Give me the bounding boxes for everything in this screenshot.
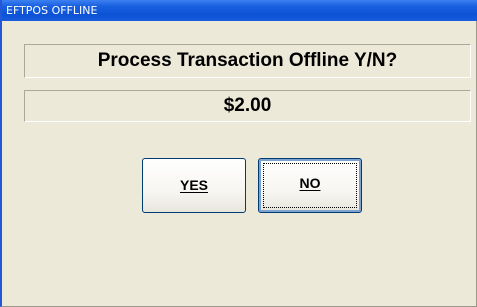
yes-button-label: YES [179,177,208,193]
focus-rectangle [263,163,357,208]
window-title: EFTPOS OFFLINE [6,4,98,17]
yes-button[interactable]: YES [142,158,246,213]
amount-panel: $2.00 [24,90,471,122]
no-button[interactable]: NO [258,158,362,213]
prompt-panel: Process Transaction Offline Y/N? [24,44,471,78]
eftpos-offline-dialog: EFTPOS OFFLINE Process Transaction Offli… [0,0,477,307]
amount-text: $2.00 [223,95,272,116]
title-bar[interactable]: EFTPOS OFFLINE [2,0,477,21]
prompt-text: Process Transaction Offline Y/N? [97,50,398,71]
